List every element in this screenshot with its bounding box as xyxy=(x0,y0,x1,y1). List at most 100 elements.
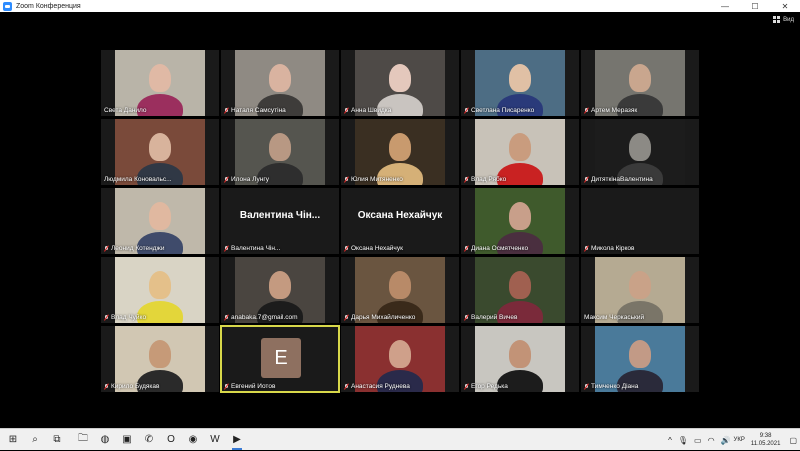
muted-mic-icon xyxy=(584,383,589,390)
participant-gallery: Света Данило Наталя Самсутіна Анна Швидка С… xyxy=(101,50,699,393)
participant-face xyxy=(509,64,531,92)
participant-name-label: Тимченко Діана xyxy=(584,383,638,390)
participant-tile[interactable]: Анна Швидка xyxy=(341,50,459,116)
participant-name: Оксана Нехайчук xyxy=(351,245,403,252)
view-button[interactable]: Вид xyxy=(773,16,794,23)
file-explorer-icon[interactable]: 🗀 xyxy=(72,429,94,451)
muted-mic-icon xyxy=(344,314,349,321)
participant-tile[interactable]: Юлия Митяненко xyxy=(341,119,459,185)
participant-name: Юлия Митяненко xyxy=(351,176,403,183)
muted-mic-icon xyxy=(584,245,589,252)
participant-name-label: Людмила Коновальс... xyxy=(104,176,172,183)
viber-icon[interactable]: ✆ xyxy=(138,429,160,451)
maximize-button[interactable]: ☐ xyxy=(740,0,770,12)
participant-tile[interactable]: Светлана Писаренко xyxy=(461,50,579,116)
participant-name: Светлана Писаренко xyxy=(471,107,535,114)
language-indicator[interactable]: УКР xyxy=(734,437,745,443)
word-icon[interactable]: W xyxy=(204,429,226,451)
participant-tile[interactable]: Влад Чуйко xyxy=(101,257,219,323)
task-view-icon[interactable]: ⧉ xyxy=(46,429,68,451)
participant-name: Валерий Вичев xyxy=(471,314,518,321)
muted-mic-icon xyxy=(464,107,469,114)
muted-mic-icon xyxy=(344,245,349,252)
battery-icon[interactable]: ▭ xyxy=(694,436,702,445)
chevron-up-icon[interactable]: ^ xyxy=(668,436,672,445)
participant-name: Егор Редька xyxy=(471,383,508,390)
participant-tile[interactable]: Валерий Вичев xyxy=(461,257,579,323)
participant-name: Леонид Котенджи xyxy=(111,245,165,252)
participant-tile[interactable]: Диана Осмятченко xyxy=(461,188,579,254)
participant-tile[interactable]: Кирило Будякав xyxy=(101,326,219,392)
participant-tile[interactable]: Егор Редька xyxy=(461,326,579,392)
muted-mic-icon xyxy=(464,176,469,183)
participant-face xyxy=(629,340,651,368)
network-icon[interactable]: ◠ xyxy=(708,436,715,445)
participant-name-label: anabaka.7@gmail.com xyxy=(224,314,298,321)
participant-face xyxy=(509,340,531,368)
muted-mic-icon xyxy=(344,383,349,390)
muted-mic-icon xyxy=(584,176,589,183)
participant-name-label: Максим Черкаський xyxy=(584,314,644,321)
participant-name-label: Артем Меразяк xyxy=(584,107,637,114)
window-controls: — ☐ ✕ xyxy=(710,0,800,12)
participant-name: Наталя Самсутіна xyxy=(231,107,286,114)
participant-name-label: Илона Лунгу xyxy=(224,176,269,183)
participant-name: Валентина Чін... xyxy=(231,245,281,252)
participant-face xyxy=(509,202,531,230)
participant-tile[interactable]: Анастасия Руднева xyxy=(341,326,459,392)
clock-date: 11.05.2021 xyxy=(750,441,781,447)
participant-name-label: Светлана Писаренко xyxy=(464,107,534,114)
participant-tile[interactable]: Людмила Коновальс... xyxy=(101,119,219,185)
muted-mic-icon xyxy=(344,107,349,114)
gallery-view-icon xyxy=(773,16,781,23)
participant-name: Диана Осмятченко xyxy=(471,245,529,252)
clock-time: 9:38 xyxy=(759,433,772,439)
notifications-icon[interactable]: ▢ xyxy=(789,436,797,445)
store-icon[interactable]: ▣ xyxy=(116,429,138,451)
participant-tile[interactable]: Валентина Чін... Валентина Чін... xyxy=(221,188,339,254)
zoom-icon[interactable]: ▶ xyxy=(226,429,248,451)
participant-tile[interactable]: anabaka.7@gmail.com xyxy=(221,257,339,323)
volume-icon[interactable]: 🔊 xyxy=(721,436,731,445)
participant-tile[interactable]: Оксана Нехайчук Оксана Нехайчук xyxy=(341,188,459,254)
participant-name-label: Валентина Чін... xyxy=(224,245,280,252)
participant-tile[interactable]: ДитяткінаВалентина xyxy=(581,119,699,185)
windows-taskbar: ⊞ ⌕ ⧉ 🗀 ◍ ▣ ✆ O ◉ W ▶ ^ 🎙 ▭ ◠ 🔊 УКР 9:38 11.05.202… xyxy=(0,428,800,450)
muted-mic-icon xyxy=(464,383,469,390)
clock[interactable]: 9:38 11.05.2021 xyxy=(751,432,781,448)
microphone-icon[interactable]: 🎙 xyxy=(678,436,688,445)
participant-tile[interactable]: Леонид Котенджи xyxy=(101,188,219,254)
muted-mic-icon xyxy=(224,176,229,183)
meeting-stage: Вид Света Данило Наталя Самсутіна Анна Шви… xyxy=(0,12,800,428)
participant-tile[interactable]: Света Данило xyxy=(101,50,219,116)
edge-icon[interactable]: ◍ xyxy=(94,429,116,451)
participant-tile[interactable]: Наталя Самсутіна xyxy=(221,50,339,116)
muted-mic-icon xyxy=(224,245,229,252)
participant-face xyxy=(149,133,171,161)
search-icon[interactable]: ⌕ xyxy=(24,429,46,451)
participant-face xyxy=(629,64,651,92)
participant-tile[interactable]: Микола Кірков xyxy=(581,188,699,254)
participant-avatar: E xyxy=(261,338,301,378)
windows-start-icon[interactable]: ⊞ xyxy=(2,429,24,451)
muted-mic-icon xyxy=(584,107,589,114)
participant-tile[interactable]: Тимченко Діана xyxy=(581,326,699,392)
system-tray: ^ 🎙 ▭ ◠ 🔊 УКР 9:38 11.05.2021 ▢ xyxy=(665,429,800,451)
minimize-button[interactable]: — xyxy=(710,0,740,12)
participant-tile[interactable]: Артем Меразяк xyxy=(581,50,699,116)
close-button[interactable]: ✕ xyxy=(770,0,800,12)
muted-mic-icon xyxy=(224,383,229,390)
participant-face xyxy=(629,271,651,299)
participant-tile[interactable]: Максим Черкаський xyxy=(581,257,699,323)
participant-tile[interactable]: E Евгений Иотов xyxy=(220,325,340,393)
chrome-icon[interactable]: ◉ xyxy=(182,429,204,451)
participant-name: Максим Черкаський xyxy=(584,314,645,321)
opera-icon[interactable]: O xyxy=(160,429,182,451)
muted-mic-icon xyxy=(104,314,109,321)
participant-tile[interactable]: Дарья Михайличенко xyxy=(341,257,459,323)
participant-face xyxy=(269,64,291,92)
participant-face xyxy=(149,64,171,92)
participant-tile[interactable]: Влад Рябко xyxy=(461,119,579,185)
participant-tile[interactable]: Илона Лунгу xyxy=(221,119,339,185)
participant-name-label: Оксана Нехайчук xyxy=(344,245,403,252)
